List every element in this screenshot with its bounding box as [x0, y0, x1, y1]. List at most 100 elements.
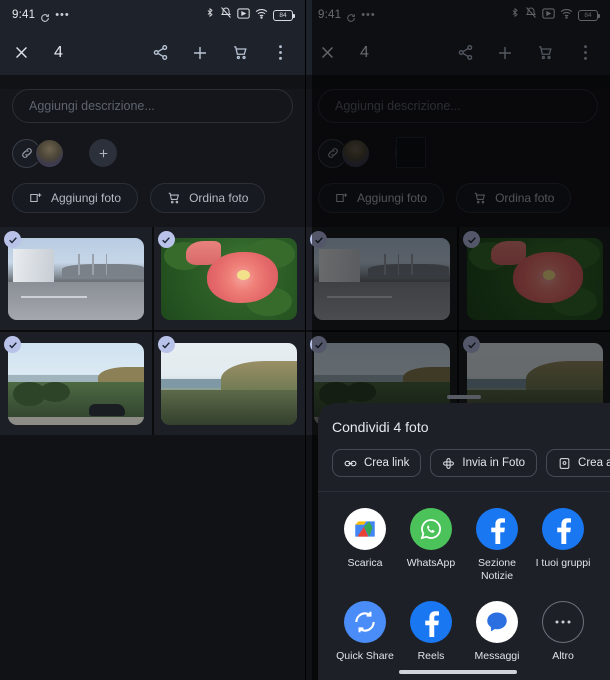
- share-target-label: Scarica: [347, 557, 383, 569]
- photo-cell[interactable]: [0, 332, 152, 435]
- composer-area: Aggiungi descrizione... Aggiungi foto Or…: [0, 89, 305, 435]
- album-icon: [559, 457, 570, 469]
- cart-icon[interactable]: [229, 42, 251, 64]
- share-target-messaggi[interactable]: Messaggi: [464, 601, 530, 663]
- share-icon[interactable]: [454, 42, 476, 64]
- selected-check-icon[interactable]: [463, 336, 480, 353]
- cast-icon: [542, 6, 555, 24]
- photo-grid: [0, 227, 305, 435]
- add-icon[interactable]: [494, 42, 516, 64]
- order-photo-button[interactable]: Ordina foto: [456, 183, 572, 213]
- photo-cell[interactable]: [153, 227, 305, 330]
- status-time: 9:41: [12, 9, 36, 21]
- app-bar: 4: [0, 30, 305, 75]
- cart-icon[interactable]: [534, 42, 556, 64]
- share-target-whatsapp[interactable]: WhatsApp: [398, 508, 464, 583]
- share-sheet-title: Condividi 4 foto: [332, 419, 429, 435]
- share-target-reels[interactable]: Reels: [398, 601, 464, 663]
- selected-check-icon[interactable]: [310, 336, 327, 353]
- wifi-icon: [560, 6, 573, 24]
- selected-check-icon[interactable]: [4, 336, 21, 353]
- selected-check-icon[interactable]: [310, 231, 327, 248]
- share-target-label: Quick Share: [336, 650, 394, 662]
- share-target-i-tuoi-gruppi[interactable]: I tuoi gruppi: [530, 508, 596, 583]
- description-input[interactable]: Aggiungi descrizione...: [12, 89, 293, 123]
- photo-cell[interactable]: [153, 332, 305, 435]
- order-photo-label: Ordina foto: [495, 191, 555, 205]
- photo-thumbnail: [466, 237, 603, 320]
- send-in-photos-label: Invia in Foto: [462, 457, 526, 469]
- status-time: 9:41: [318, 9, 342, 21]
- add-photo-label: Aggiungi foto: [51, 191, 122, 205]
- link-icon: [344, 460, 357, 466]
- sheet-drag-handle[interactable]: [447, 395, 481, 399]
- photos-icon: [443, 457, 455, 469]
- description-input[interactable]: Aggiungi descrizione...: [318, 89, 598, 123]
- vibrate-off-icon: [220, 6, 232, 24]
- selected-check-icon[interactable]: [157, 231, 175, 248]
- order-photo-button[interactable]: Ordina foto: [150, 183, 266, 213]
- app-bar: 4: [306, 30, 610, 75]
- close-icon[interactable]: [10, 42, 32, 64]
- selected-check-icon[interactable]: [4, 231, 21, 248]
- bluetooth-icon: [205, 6, 215, 24]
- photo-thumbnail: [313, 237, 450, 320]
- facebook-icon: [542, 508, 584, 550]
- share-target-label: WhatsApp: [406, 557, 456, 569]
- photo-thumbnail: [7, 342, 144, 425]
- share-targets-row-1: Scarica WhatsApp Sezione Notizie I tuoi …: [332, 492, 596, 583]
- messages-icon: [476, 601, 518, 643]
- cast-icon: [237, 6, 250, 24]
- panel-before-share: 9:41 ••• 84 4 Aggiungi descrizione... Ag…: [0, 0, 305, 680]
- quick-share-icon: [344, 601, 386, 643]
- photo-cell[interactable]: [459, 227, 610, 330]
- selection-count: 4: [360, 43, 369, 61]
- avatar[interactable]: [341, 138, 370, 168]
- whatsapp-icon: [410, 508, 452, 550]
- close-icon[interactable]: [316, 42, 338, 64]
- avatar[interactable]: [35, 138, 64, 168]
- share-target-quick-share[interactable]: Quick Share: [332, 601, 398, 663]
- add-photo-button[interactable]: Aggiungi foto: [12, 183, 139, 213]
- status-bar: 9:41 ••• 84: [306, 0, 610, 30]
- collaborators: [318, 137, 598, 169]
- battery-icon: 84: [273, 9, 295, 21]
- create-link-label: Crea link: [364, 457, 410, 469]
- add-person-button[interactable]: [89, 139, 117, 167]
- more-horizontal-icon: [542, 601, 584, 643]
- share-target-scarica[interactable]: Scarica: [332, 508, 398, 583]
- composer-actions: Aggiungi foto Ordina foto: [12, 183, 293, 213]
- overflow-icon[interactable]: [574, 42, 596, 64]
- nav-gesture-bar[interactable]: [306, 670, 610, 674]
- order-photo-label: Ordina foto: [189, 191, 249, 205]
- share-target-label: Reels: [417, 650, 445, 662]
- add-photo-button[interactable]: Aggiungi foto: [318, 183, 445, 213]
- send-in-photos-chip[interactable]: Invia in Foto: [430, 449, 538, 477]
- share-target-label: Sezione Notizie: [478, 557, 516, 582]
- create-album-chip[interactable]: Crea album: [546, 449, 610, 477]
- bluetooth-icon: [510, 6, 520, 24]
- battery-icon: 84: [578, 9, 600, 21]
- share-target-altro[interactable]: Altro: [530, 601, 596, 663]
- selection-count: 4: [54, 43, 63, 61]
- overflow-icon[interactable]: [269, 42, 291, 64]
- wifi-icon: [255, 6, 268, 24]
- vibrate-off-icon: [525, 6, 537, 24]
- share-quick-actions: Crea link Invia in Foto Crea album: [332, 449, 610, 477]
- photo-cell[interactable]: [0, 227, 152, 330]
- share-target-label: I tuoi gruppi: [535, 557, 591, 569]
- more-icon: •••: [361, 9, 376, 21]
- share-icon[interactable]: [149, 42, 171, 64]
- add-icon[interactable]: [189, 42, 211, 64]
- create-link-chip[interactable]: Crea link: [332, 449, 422, 477]
- avatar-placeholder: [396, 137, 426, 168]
- share-target-sezione-notizie[interactable]: Sezione Notizie: [464, 508, 530, 583]
- photo-cell[interactable]: [306, 227, 457, 330]
- dual-screenshot: 9:41 ••• 84 4 Aggiungi descrizione... Ag…: [0, 0, 610, 680]
- add-photo-label: Aggiungi foto: [357, 191, 428, 205]
- selected-check-icon[interactable]: [463, 231, 480, 248]
- composer-actions: Aggiungi foto Ordina foto: [318, 183, 598, 213]
- selected-check-icon[interactable]: [157, 336, 175, 353]
- collaborators: [12, 137, 293, 169]
- files-icon: [344, 508, 386, 550]
